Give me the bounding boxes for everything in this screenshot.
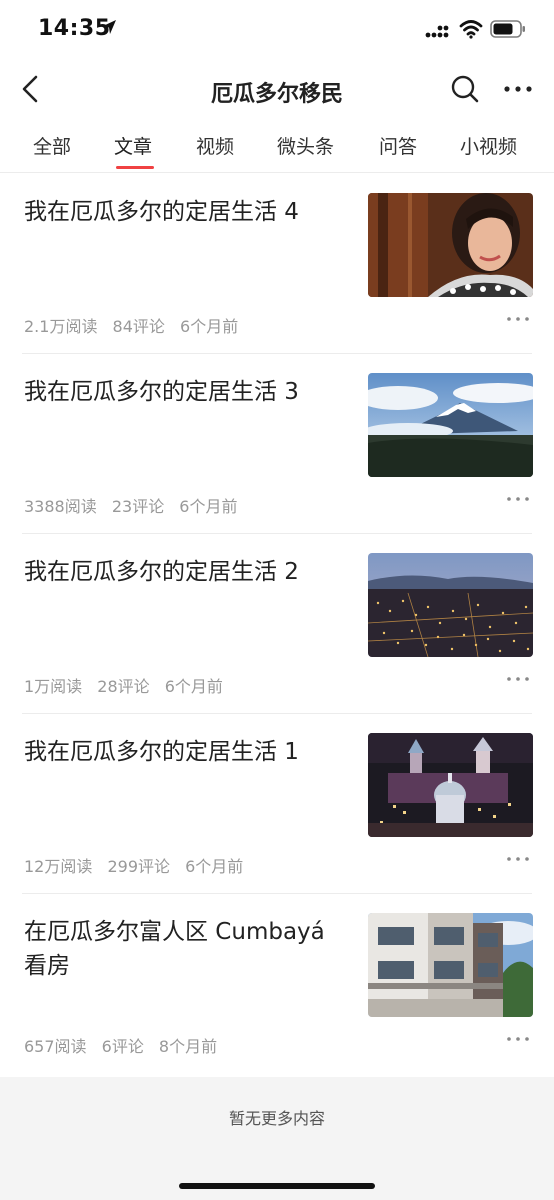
publish-time: 8个月前 xyxy=(158,1037,218,1056)
snowy-volcano-image xyxy=(368,373,533,477)
comment-count: 6评论 xyxy=(101,1037,144,1056)
night-church-domes-image xyxy=(368,733,533,837)
article-meta: 1万阅读 28评论 6个月前 xyxy=(24,673,233,697)
publish-time: 6个月前 xyxy=(179,497,238,516)
article-feed: 我在厄瓜多尔的定居生活 4 2.1万阅读 84评论 6个月前 我在厄瓜多尔的定居… xyxy=(0,173,554,1073)
woman-selfie-image xyxy=(368,193,533,297)
wifi-icon xyxy=(459,20,483,39)
active-tab-indicator xyxy=(116,166,154,169)
comment-count: 28评论 xyxy=(97,677,150,696)
article-thumbnail[interactable] xyxy=(368,193,533,297)
article-item[interactable]: 我在厄瓜多尔的定居生活 4 2.1万阅读 84评论 6个月前 xyxy=(0,173,554,353)
tab-all[interactable]: 全部 xyxy=(33,132,71,159)
publish-time: 6个月前 xyxy=(164,677,223,696)
publish-time: 6个月前 xyxy=(180,317,239,336)
tab-videos[interactable]: 视频 xyxy=(196,132,234,159)
search-icon[interactable] xyxy=(450,74,480,104)
home-indicator[interactable] xyxy=(179,1183,375,1189)
article-more-icon[interactable] xyxy=(506,315,530,323)
article-thumbnail[interactable] xyxy=(368,913,533,1017)
article-thumbnail[interactable] xyxy=(368,553,533,657)
tab-articles[interactable]: 文章 xyxy=(114,132,152,159)
city-lights-valley-image xyxy=(368,553,533,657)
article-more-icon[interactable] xyxy=(506,855,530,863)
article-thumbnail[interactable] xyxy=(368,733,533,837)
read-count: 1万阅读 xyxy=(24,677,83,696)
article-title[interactable]: 我在厄瓜多尔的定居生活 4 xyxy=(24,195,349,229)
signal-icon xyxy=(425,25,449,38)
more-horizontal-icon[interactable] xyxy=(502,84,534,94)
article-meta: 657阅读 6评论 8个月前 xyxy=(24,1033,227,1057)
comment-count: 23评论 xyxy=(111,497,165,516)
article-item[interactable]: 在厄瓜多尔富人区 Cumbayá 看房 657阅读 6评论 8个月前 xyxy=(0,893,554,1073)
status-bar: 14:35 xyxy=(0,0,554,60)
feed-footer: 暂无更多内容 xyxy=(0,1077,554,1200)
comment-count: 299评论 xyxy=(107,857,171,876)
article-thumbnail[interactable] xyxy=(368,373,533,477)
screen: 14:35 厄瓜多尔移民 全部 文章 视频 微头条 问答 小视频 我在厄瓜多尔的… xyxy=(0,0,554,1200)
article-meta: 2.1万阅读 84评论 6个月前 xyxy=(24,313,248,337)
battery-icon xyxy=(490,20,525,38)
article-meta: 12万阅读 299评论 6个月前 xyxy=(24,853,253,877)
read-count: 3388阅读 xyxy=(24,497,97,516)
article-title[interactable]: 我在厄瓜多尔的定居生活 2 xyxy=(24,555,349,589)
comment-count: 84评论 xyxy=(112,317,165,336)
tab-micro-posts[interactable]: 微头条 xyxy=(277,132,334,159)
read-count: 657阅读 xyxy=(24,1037,87,1056)
article-more-icon[interactable] xyxy=(506,675,530,683)
location-arrow-icon xyxy=(102,20,116,34)
read-count: 2.1万阅读 xyxy=(24,317,98,336)
article-item[interactable]: 我在厄瓜多尔的定居生活 2 1万阅读 28评论 6个月前 xyxy=(0,533,554,713)
article-title[interactable]: 我在厄瓜多尔的定居生活 1 xyxy=(24,735,349,769)
article-title[interactable]: 我在厄瓜多尔的定居生活 3 xyxy=(24,375,349,409)
modern-building-image xyxy=(368,913,533,1017)
article-more-icon[interactable] xyxy=(506,495,530,503)
tab-qa[interactable]: 问答 xyxy=(379,132,417,159)
article-more-icon[interactable] xyxy=(506,1035,530,1043)
article-title[interactable]: 在厄瓜多尔富人区 Cumbayá 看房 xyxy=(24,915,349,983)
publish-time: 6个月前 xyxy=(185,857,244,876)
no-more-content-text: 暂无更多内容 xyxy=(228,1109,325,1128)
tab-short-videos[interactable]: 小视频 xyxy=(460,132,517,159)
channel-tabs: 全部 文章 视频 微头条 问答 小视频 xyxy=(0,118,554,173)
article-item[interactable]: 我在厄瓜多尔的定居生活 3 3388阅读 23评论 6个月前 xyxy=(0,353,554,533)
nav-bar: 厄瓜多尔移民 xyxy=(0,60,554,118)
read-count: 12万阅读 xyxy=(24,857,93,876)
article-item[interactable]: 我在厄瓜多尔的定居生活 1 12万阅读 299评论 6个月前 xyxy=(0,713,554,893)
article-meta: 3388阅读 23评论 6个月前 xyxy=(24,493,247,517)
